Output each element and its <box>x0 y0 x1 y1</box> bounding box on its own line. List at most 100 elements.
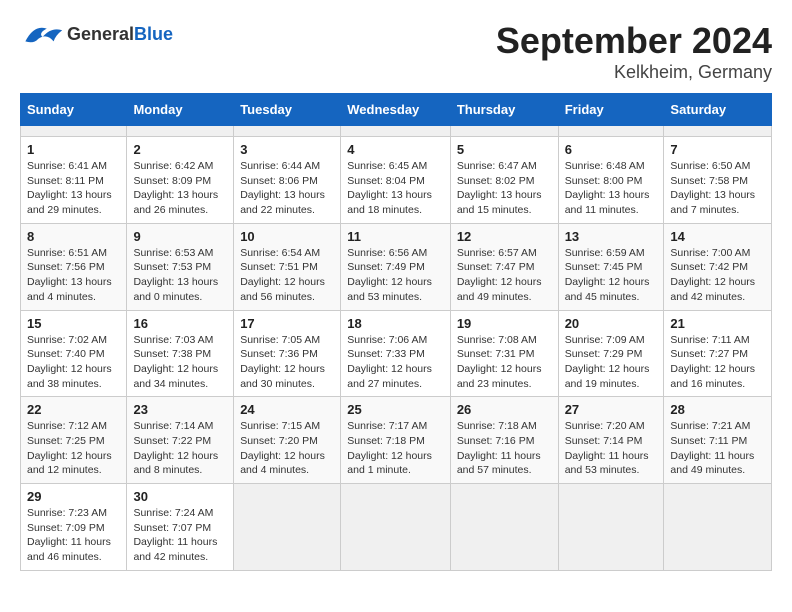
day-info: Sunrise: 7:12 AMSunset: 7:25 PMDaylight:… <box>27 419 120 478</box>
day-number: 27 <box>565 402 658 417</box>
calendar-cell: 6 Sunrise: 6:48 AMSunset: 8:00 PMDaylight… <box>558 137 664 224</box>
calendar-cell <box>341 484 451 571</box>
calendar-cell <box>127 126 234 137</box>
day-info: Sunrise: 7:21 AMSunset: 7:11 PMDaylight:… <box>670 419 765 478</box>
title-block: September 2024 Kelkheim, Germany <box>496 20 772 83</box>
calendar-cell <box>341 126 451 137</box>
day-info: Sunrise: 7:09 AMSunset: 7:29 PMDaylight:… <box>565 333 658 392</box>
day-number: 7 <box>670 142 765 157</box>
calendar-cell: 1Sunrise: 6:41 AMSunset: 8:11 PMDaylight… <box>21 137 127 224</box>
calendar-cell: 2 Sunrise: 6:42 AMSunset: 8:09 PMDaylight… <box>127 137 234 224</box>
day-header-monday: Monday <box>127 94 234 126</box>
calendar-cell: 16Sunrise: 7:03 AMSunset: 7:38 PMDayligh… <box>127 310 234 397</box>
calendar-cell: 5 Sunrise: 6:47 AMSunset: 8:02 PMDaylight… <box>450 137 558 224</box>
day-info: Sunrise: 6:42 AMSunset: 8:09 PMDaylight:… <box>133 159 227 218</box>
calendar-table: SundayMondayTuesdayWednesdayThursdayFrid… <box>20 93 772 571</box>
day-info: Sunrise: 7:18 AMSunset: 7:16 PMDaylight:… <box>457 419 552 478</box>
calendar-cell: 23 Sunrise: 7:14 AMSunset: 7:22 PMDayligh… <box>127 397 234 484</box>
calendar-cell: 20 Sunrise: 7:09 AMSunset: 7:29 PMDayligh… <box>558 310 664 397</box>
day-header-saturday: Saturday <box>664 94 772 126</box>
calendar-cell <box>664 126 772 137</box>
day-number: 8 <box>27 229 120 244</box>
day-info: Sunrise: 6:51 AMSunset: 7:56 PMDaylight:… <box>27 246 120 305</box>
calendar-cell <box>664 484 772 571</box>
calendar-cell: 17 Sunrise: 7:05 AMSunset: 7:36 PMDayligh… <box>234 310 341 397</box>
day-number: 29 <box>27 489 120 504</box>
day-number: 5 <box>457 142 552 157</box>
day-number: 13 <box>565 229 658 244</box>
day-info: Sunrise: 7:24 AMSunset: 7:07 PMDaylight:… <box>133 506 227 565</box>
day-info: Sunrise: 6:47 AMSunset: 8:02 PMDaylight:… <box>457 159 552 218</box>
calendar-cell: 29Sunrise: 7:23 AMSunset: 7:09 PMDayligh… <box>21 484 127 571</box>
day-number: 2 <box>133 142 227 157</box>
calendar-cell: 3 Sunrise: 6:44 AMSunset: 8:06 PMDaylight… <box>234 137 341 224</box>
day-number: 18 <box>347 316 444 331</box>
calendar-cell <box>558 484 664 571</box>
calendar-cell: 13 Sunrise: 6:59 AMSunset: 7:45 PMDayligh… <box>558 223 664 310</box>
day-number: 28 <box>670 402 765 417</box>
calendar-title: September 2024 <box>496 20 772 62</box>
day-info: Sunrise: 7:05 AMSunset: 7:36 PMDaylight:… <box>240 333 334 392</box>
calendar-cell: 7 Sunrise: 6:50 AMSunset: 7:58 PMDaylight… <box>664 137 772 224</box>
calendar-header-row: SundayMondayTuesdayWednesdayThursdayFrid… <box>21 94 772 126</box>
day-info: Sunrise: 6:57 AMSunset: 7:47 PMDaylight:… <box>457 246 552 305</box>
calendar-cell: 26 Sunrise: 7:18 AMSunset: 7:16 PMDayligh… <box>450 397 558 484</box>
calendar-cell: 12Sunrise: 6:57 AMSunset: 7:47 PMDayligh… <box>450 223 558 310</box>
calendar-cell: 4Sunrise: 6:45 AMSunset: 8:04 PMDaylight… <box>341 137 451 224</box>
day-number: 30 <box>133 489 227 504</box>
calendar-subtitle: Kelkheim, Germany <box>496 62 772 83</box>
calendar-week-row: 29Sunrise: 7:23 AMSunset: 7:09 PMDayligh… <box>21 484 772 571</box>
calendar-cell: 28 Sunrise: 7:21 AMSunset: 7:11 PMDayligh… <box>664 397 772 484</box>
calendar-cell <box>450 484 558 571</box>
day-info: Sunrise: 6:54 AMSunset: 7:51 PMDaylight:… <box>240 246 334 305</box>
day-info: Sunrise: 7:06 AMSunset: 7:33 PMDaylight:… <box>347 333 444 392</box>
calendar-week-row: 22 Sunrise: 7:12 AMSunset: 7:25 PMDayligh… <box>21 397 772 484</box>
day-info: Sunrise: 6:41 AMSunset: 8:11 PMDaylight:… <box>27 159 120 218</box>
day-number: 9 <box>133 229 227 244</box>
calendar-cell <box>234 126 341 137</box>
calendar-week-row: 1Sunrise: 6:41 AMSunset: 8:11 PMDaylight… <box>21 137 772 224</box>
day-header-wednesday: Wednesday <box>341 94 451 126</box>
calendar-cell: 15Sunrise: 7:02 AMSunset: 7:40 PMDayligh… <box>21 310 127 397</box>
day-info: Sunrise: 6:44 AMSunset: 8:06 PMDaylight:… <box>240 159 334 218</box>
day-header-thursday: Thursday <box>450 94 558 126</box>
day-header-friday: Friday <box>558 94 664 126</box>
day-info: Sunrise: 6:45 AMSunset: 8:04 PMDaylight:… <box>347 159 444 218</box>
calendar-cell: 22 Sunrise: 7:12 AMSunset: 7:25 PMDayligh… <box>21 397 127 484</box>
calendar-cell: 19Sunrise: 7:08 AMSunset: 7:31 PMDayligh… <box>450 310 558 397</box>
day-info: Sunrise: 7:15 AMSunset: 7:20 PMDaylight:… <box>240 419 334 478</box>
calendar-cell: 27Sunrise: 7:20 AMSunset: 7:14 PMDayligh… <box>558 397 664 484</box>
day-number: 6 <box>565 142 658 157</box>
day-info: Sunrise: 6:53 AMSunset: 7:53 PMDaylight:… <box>133 246 227 305</box>
day-number: 16 <box>133 316 227 331</box>
day-info: Sunrise: 6:50 AMSunset: 7:58 PMDaylight:… <box>670 159 765 218</box>
calendar-week-row: 8 Sunrise: 6:51 AMSunset: 7:56 PMDaylight… <box>21 223 772 310</box>
day-number: 3 <box>240 142 334 157</box>
page-header: GeneralBlue September 2024 Kelkheim, Ger… <box>20 20 772 83</box>
day-number: 23 <box>133 402 227 417</box>
calendar-cell <box>558 126 664 137</box>
day-info: Sunrise: 7:17 AMSunset: 7:18 PMDaylight:… <box>347 419 444 478</box>
day-number: 19 <box>457 316 552 331</box>
day-header-sunday: Sunday <box>21 94 127 126</box>
day-number: 20 <box>565 316 658 331</box>
calendar-cell: 8 Sunrise: 6:51 AMSunset: 7:56 PMDaylight… <box>21 223 127 310</box>
calendar-cell <box>450 126 558 137</box>
logo-icon <box>20 20 65 50</box>
day-number: 17 <box>240 316 334 331</box>
calendar-cell: 11Sunrise: 6:56 AMSunset: 7:49 PMDayligh… <box>341 223 451 310</box>
calendar-cell: 14Sunrise: 7:00 AMSunset: 7:42 PMDayligh… <box>664 223 772 310</box>
day-info: Sunrise: 7:02 AMSunset: 7:40 PMDaylight:… <box>27 333 120 392</box>
day-info: Sunrise: 6:59 AMSunset: 7:45 PMDaylight:… <box>565 246 658 305</box>
day-number: 14 <box>670 229 765 244</box>
day-info: Sunrise: 6:48 AMSunset: 8:00 PMDaylight:… <box>565 159 658 218</box>
calendar-cell: 18 Sunrise: 7:06 AMSunset: 7:33 PMDayligh… <box>341 310 451 397</box>
calendar-cell: 25Sunrise: 7:17 AMSunset: 7:18 PMDayligh… <box>341 397 451 484</box>
calendar-week-row: 15Sunrise: 7:02 AMSunset: 7:40 PMDayligh… <box>21 310 772 397</box>
day-number: 26 <box>457 402 552 417</box>
calendar-week-row <box>21 126 772 137</box>
day-number: 10 <box>240 229 334 244</box>
day-number: 22 <box>27 402 120 417</box>
day-info: Sunrise: 7:14 AMSunset: 7:22 PMDaylight:… <box>133 419 227 478</box>
calendar-cell: 21Sunrise: 7:11 AMSunset: 7:27 PMDayligh… <box>664 310 772 397</box>
